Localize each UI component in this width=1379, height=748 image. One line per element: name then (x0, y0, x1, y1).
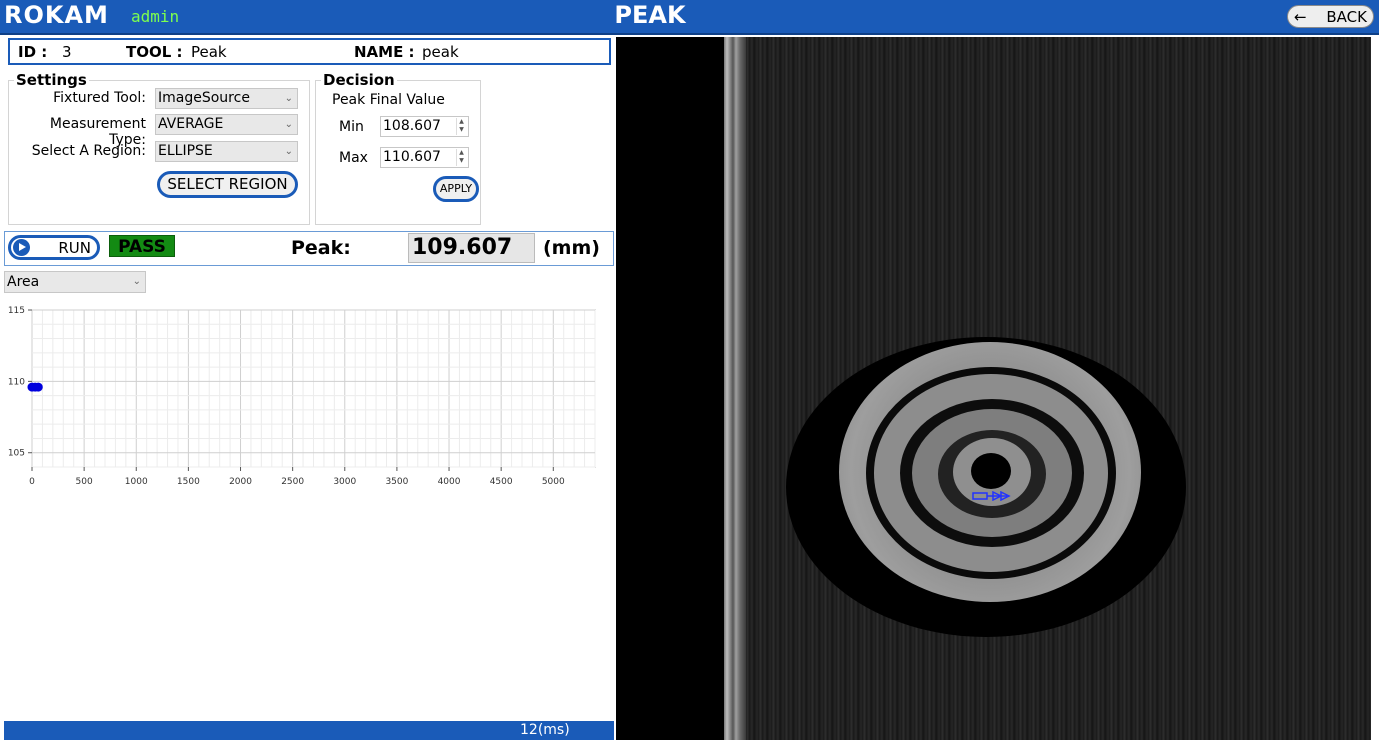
region-select[interactable]: ELLIPSE ⌄ (155, 141, 298, 162)
tool-info-box: ID : 3 TOOL : Peak NAME : peak (8, 38, 611, 65)
peak-label: Peak: (291, 237, 351, 259)
select-region-button[interactable]: SELECT REGION (157, 171, 298, 198)
fixtured-tool-label: Fixtured Tool: (53, 90, 146, 106)
back-button[interactable]: ← BACK (1287, 5, 1374, 28)
y-tick-label: 115 (8, 306, 25, 316)
tool-key: TOOL : (126, 43, 183, 61)
fixtured-tool-select[interactable]: ImageSource ⌄ (155, 88, 298, 109)
id-value: 3 (62, 43, 72, 61)
max-label: Max (339, 150, 368, 166)
run-button[interactable]: RUN (8, 235, 100, 260)
peak-unit: (mm) (543, 237, 600, 259)
min-label: Min (339, 119, 364, 135)
measurement-type-select[interactable]: AVERAGE ⌄ (155, 114, 298, 135)
x-tick-label: 3500 (385, 477, 408, 487)
max-spinbox[interactable]: 110.607 ▲ ▼ (380, 147, 469, 168)
chevron-down-icon: ⌄ (132, 276, 141, 287)
back-button-label: BACK (1326, 7, 1367, 26)
data-point (33, 382, 43, 392)
y-tick-label: 105 (8, 449, 25, 459)
x-tick-label: 0 (29, 477, 35, 487)
x-tick-label: 4500 (490, 477, 513, 487)
chevron-down-icon: ⌄ (284, 119, 293, 130)
region-label: Select A Region: (31, 143, 146, 159)
spin-arrows-icon[interactable]: ▲ ▼ (456, 149, 466, 166)
x-tick-label: 1500 (177, 477, 200, 487)
top-bar: ROKAM admin PEAK ← BACK (0, 0, 1379, 35)
x-tick-label: 2500 (281, 477, 304, 487)
conveyor-rail (724, 37, 746, 740)
region-value: ELLIPSE (158, 143, 213, 159)
name-value: peak (422, 43, 459, 61)
min-spinbox[interactable]: 108.607 ▲ ▼ (380, 116, 469, 137)
part-center-hole (971, 453, 1011, 489)
arrow-left-icon: ← (1294, 7, 1307, 26)
region-marker-icon[interactable] (971, 491, 1011, 501)
settings-title: Settings (14, 71, 89, 89)
peak-chart: 0 500 1000 1500 2000 2500 3000 3500 4000 4500 5000… (8, 306, 596, 487)
fixtured-tool-value: ImageSource (158, 90, 250, 106)
apply-button[interactable]: APPLY (433, 176, 479, 202)
spin-arrows-icon[interactable]: ▲ ▼ (456, 118, 466, 135)
plot-type-value: Area (7, 274, 40, 290)
status-badge: PASS (109, 235, 175, 257)
peak-value: 109.607 (408, 233, 535, 263)
image-viewport[interactable] (616, 37, 1371, 740)
x-tick-label: 2000 (229, 477, 252, 487)
plot-type-select[interactable]: Area ⌄ (4, 271, 146, 293)
measurement-type-value: AVERAGE (158, 116, 224, 132)
name-key: NAME : (354, 43, 415, 61)
id-key: ID : (18, 43, 48, 61)
play-icon (13, 239, 30, 256)
run-bar: RUN PASS Peak: 109.607 (mm) (4, 231, 614, 266)
decision-subtitle: Peak Final Value (332, 92, 445, 108)
x-tick-label: 3000 (333, 477, 356, 487)
execution-time: 12(ms) (520, 722, 570, 738)
decision-title: Decision (321, 71, 397, 89)
x-tick-label: 500 (76, 477, 93, 487)
chevron-down-icon: ⌄ (284, 146, 293, 157)
min-value: 108.607 (383, 118, 441, 134)
status-bar: 12(ms) (4, 721, 614, 740)
tool-value: Peak (191, 43, 227, 61)
page-title: PEAK (614, 1, 686, 29)
x-tick-label: 5000 (542, 477, 565, 487)
run-button-label: RUN (58, 239, 91, 257)
chevron-down-icon: ⌄ (284, 93, 293, 104)
y-tick-label: 110 (8, 377, 25, 387)
x-tick-label: 1000 (125, 477, 148, 487)
x-tick-label: 4000 (438, 477, 461, 487)
max-value: 110.607 (383, 149, 441, 165)
